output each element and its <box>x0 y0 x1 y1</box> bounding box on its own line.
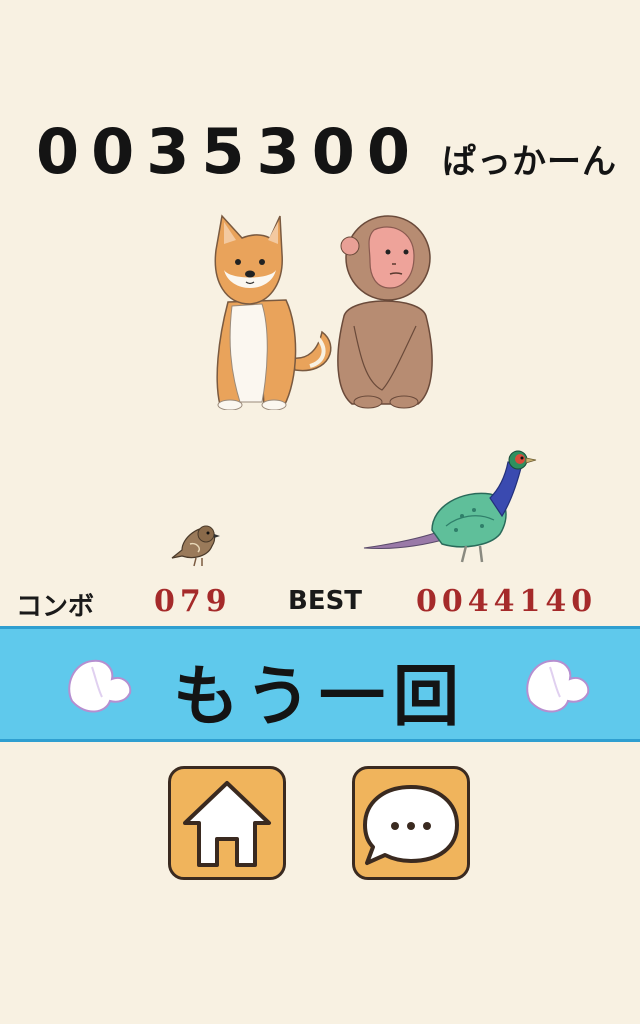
peach-icon <box>526 659 590 713</box>
stats-row: コンボ 079 BEST 0044140 <box>0 584 640 626</box>
retry-button[interactable]: もう一回 <box>0 626 640 742</box>
score-suffix: ぱっかーん <box>442 142 617 182</box>
home-icon <box>183 781 271 867</box>
comment-button[interactable] <box>352 766 470 880</box>
score-display: 0035300 <box>36 115 422 188</box>
dog-character <box>214 214 332 410</box>
pheasant-character <box>363 450 537 563</box>
monkey-character <box>337 215 433 409</box>
best-value: 0044140 <box>416 584 598 619</box>
speech-bubble-icon <box>363 785 459 865</box>
combo-label: コンボ <box>16 592 95 622</box>
best-label: BEST <box>288 586 363 616</box>
sparrow-character <box>171 525 220 567</box>
combo-value: 079 <box>154 584 232 619</box>
home-button[interactable] <box>168 766 286 880</box>
